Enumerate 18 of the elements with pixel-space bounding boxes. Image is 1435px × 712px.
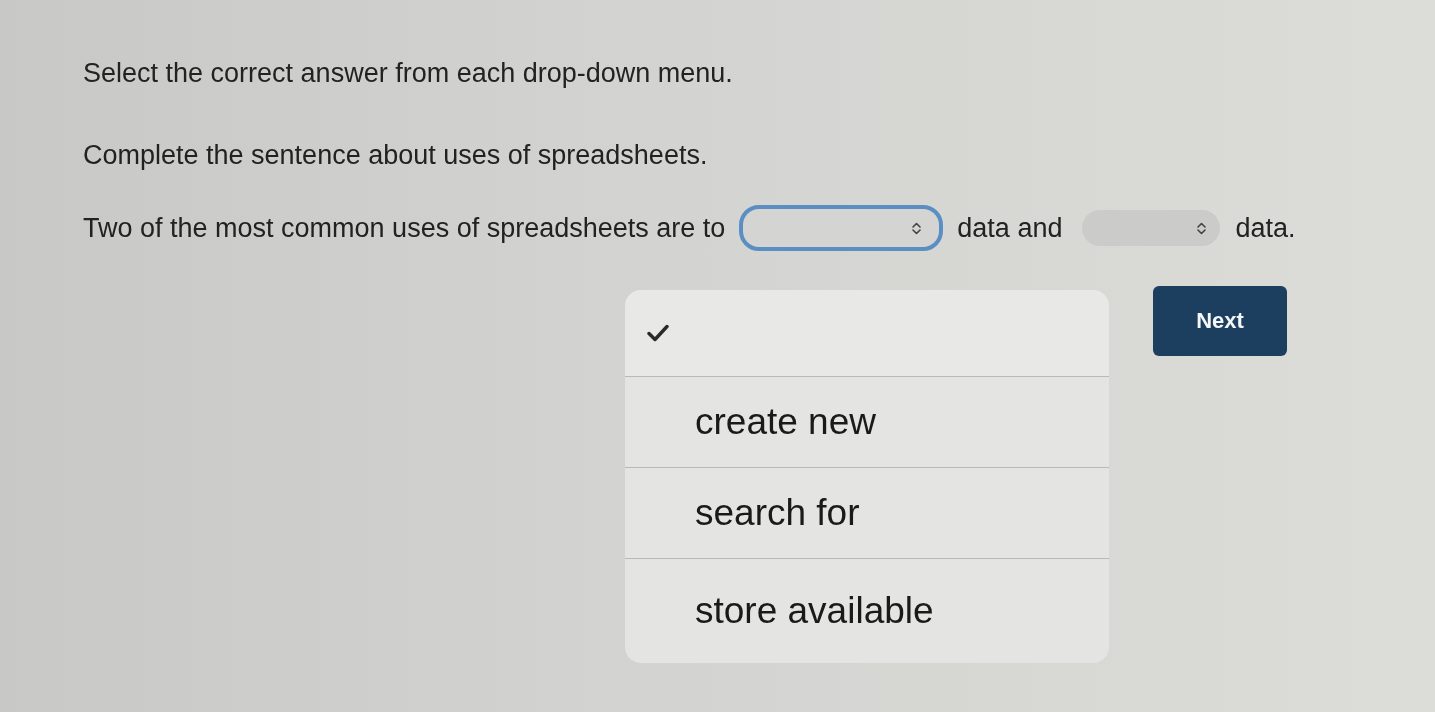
menu-option[interactable]: store available xyxy=(625,558,1109,663)
sentence-text: data and xyxy=(957,212,1063,245)
instruction-text: Complete the sentence about uses of spreadsheets. xyxy=(83,139,709,172)
checkmark-icon xyxy=(647,324,669,342)
chevron-up-down-icon xyxy=(1197,221,1207,235)
dropdown-select[interactable] xyxy=(1082,210,1221,246)
instruction-text: Select the correct answer from each drop-down menu. xyxy=(83,57,734,90)
option-label: search for xyxy=(695,492,860,534)
menu-option[interactable]: create new xyxy=(625,376,1109,467)
menu-option[interactable]: search for xyxy=(625,467,1109,558)
next-button[interactable]: Next xyxy=(1153,286,1287,356)
option-label: store available xyxy=(695,590,934,632)
option-label: create new xyxy=(695,401,876,443)
chevron-up-down-icon xyxy=(912,221,922,235)
dropdown-select[interactable] xyxy=(739,205,944,251)
sentence-text: data. xyxy=(1235,212,1296,245)
menu-option[interactable] xyxy=(625,290,1109,376)
sentence-text: Two of the most common uses of spreadsheets are to xyxy=(83,212,726,245)
